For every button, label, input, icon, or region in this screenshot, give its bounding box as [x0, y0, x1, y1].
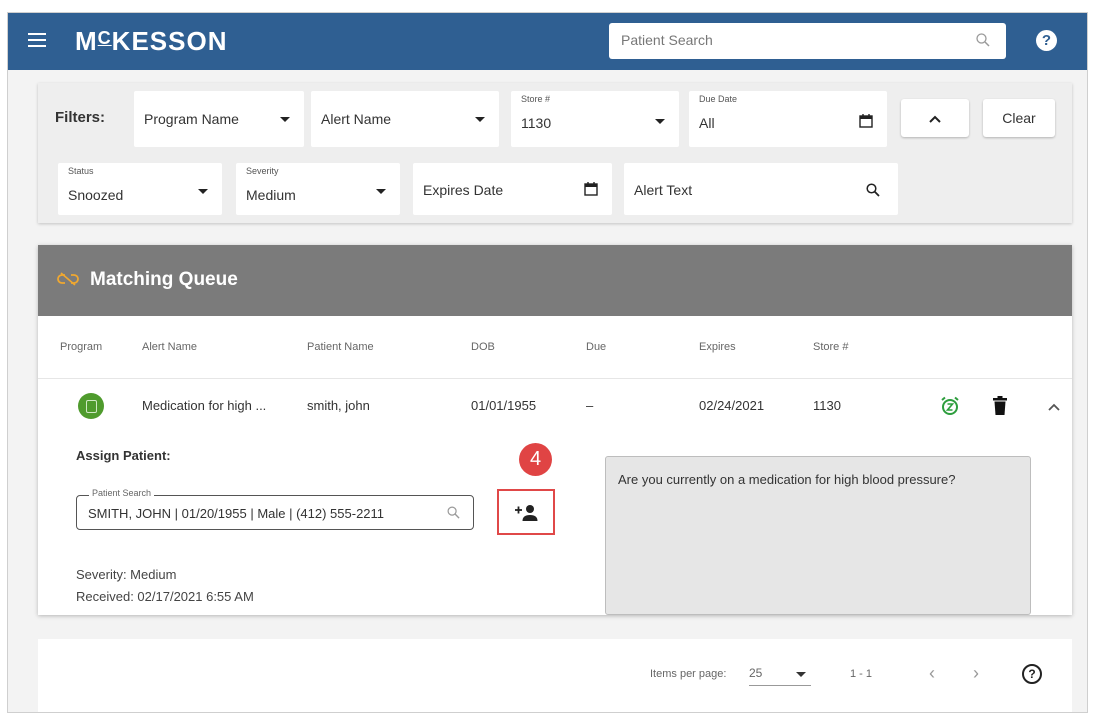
snooze-alarm-icon[interactable]: [940, 396, 960, 416]
column-header-expires[interactable]: Expires: [699, 341, 736, 353]
chevron-down-icon: [655, 119, 665, 124]
items-per-page-label: Items per page:: [650, 668, 727, 680]
chevron-down-icon: [475, 117, 485, 122]
calendar-icon[interactable]: [584, 182, 598, 196]
due-date-field[interactable]: Due Date All: [689, 91, 887, 147]
row-alert-name: Medication for high ...: [142, 398, 267, 413]
matching-queue-card: Matching Queue Program Alert Name Patien…: [38, 245, 1072, 615]
alert-name-select[interactable]: Alert Name: [311, 91, 499, 147]
chevron-down-icon: [376, 189, 386, 194]
column-header-patient-name[interactable]: Patient Name: [307, 341, 374, 353]
row-due: –: [586, 398, 594, 413]
step-number-badge: 4: [519, 443, 552, 476]
chevron-up-icon[interactable]: [1048, 403, 1060, 411]
assign-patient-label: Assign Patient:: [76, 448, 171, 463]
collapse-filters-button[interactable]: [901, 99, 969, 137]
app-header: MCKESSON ?: [8, 13, 1087, 70]
row-store: 1130: [813, 398, 841, 413]
store-select[interactable]: Store # 1130: [511, 91, 679, 147]
row-patient-name: smith, john: [307, 398, 370, 413]
row-expires: 02/24/2021: [699, 398, 765, 413]
link-off-icon: [57, 272, 79, 286]
program-name-select[interactable]: Program Name: [134, 91, 304, 147]
clear-filters-button[interactable]: Clear: [983, 99, 1055, 137]
add-person-icon: [515, 505, 538, 521]
alert-question-box: Are you currently on a medication for hi…: [605, 456, 1031, 615]
search-icon[interactable]: [866, 183, 880, 197]
help-icon[interactable]: ?: [1036, 30, 1057, 51]
header-search-input[interactable]: [609, 23, 949, 57]
header-patient-search[interactable]: [609, 23, 1006, 59]
next-page-button[interactable]: ›: [973, 663, 979, 684]
app-frame: MCKESSON ? Filters: Program Name Alert N…: [7, 12, 1088, 713]
status-select[interactable]: Status Snoozed: [58, 163, 222, 215]
chevron-down-icon: [198, 189, 208, 194]
search-icon[interactable]: [976, 33, 990, 47]
filters-panel: Filters: Program Name Alert Name Store #…: [38, 83, 1072, 223]
column-header-due[interactable]: Due: [586, 341, 606, 353]
page-range: 1 - 1: [850, 668, 873, 680]
previous-page-button[interactable]: ‹: [929, 663, 935, 684]
program-icon: [78, 393, 104, 419]
row-dob: 01/01/1955: [471, 398, 537, 413]
menu-icon[interactable]: [28, 33, 46, 47]
items-per-page-select[interactable]: 25: [749, 666, 811, 686]
column-header-alert-name[interactable]: Alert Name: [142, 341, 197, 353]
column-header-store[interactable]: Store #: [813, 341, 848, 353]
column-header-program[interactable]: Program: [60, 341, 102, 353]
mckesson-logo: MCKESSON: [75, 26, 228, 56]
column-header-dob[interactable]: DOB: [471, 341, 495, 353]
assign-patient-search-field[interactable]: Patient Search SMITH, JOHN | 01/20/1955 …: [76, 488, 474, 530]
alert-text-field[interactable]: Alert Text: [624, 163, 898, 215]
severity-select[interactable]: Severity Medium: [236, 163, 400, 215]
chevron-down-icon: [280, 117, 290, 122]
matching-queue-header: Matching Queue: [38, 245, 1072, 316]
delete-icon[interactable]: [993, 396, 1007, 416]
chevron-down-icon: [796, 672, 806, 677]
alert-question-text: Are you currently on a medication for hi…: [618, 472, 956, 487]
calendar-icon[interactable]: [859, 114, 873, 128]
add-patient-button[interactable]: [497, 489, 555, 535]
queue-title: Matching Queue: [90, 269, 238, 290]
received-text: Received: 02/17/2021 6:55 AM: [76, 589, 254, 604]
expires-date-field[interactable]: Expires Date: [413, 163, 612, 215]
severity-text: Severity: Medium: [76, 567, 177, 582]
row-divider: [38, 378, 1072, 379]
filters-label: Filters:: [55, 109, 106, 126]
help-icon[interactable]: ?: [1022, 664, 1042, 684]
pagination-bar: Items per page: 25 1 - 1 ‹ › ?: [38, 639, 1072, 712]
chevron-up-icon: [929, 115, 941, 124]
search-icon[interactable]: [447, 506, 460, 519]
